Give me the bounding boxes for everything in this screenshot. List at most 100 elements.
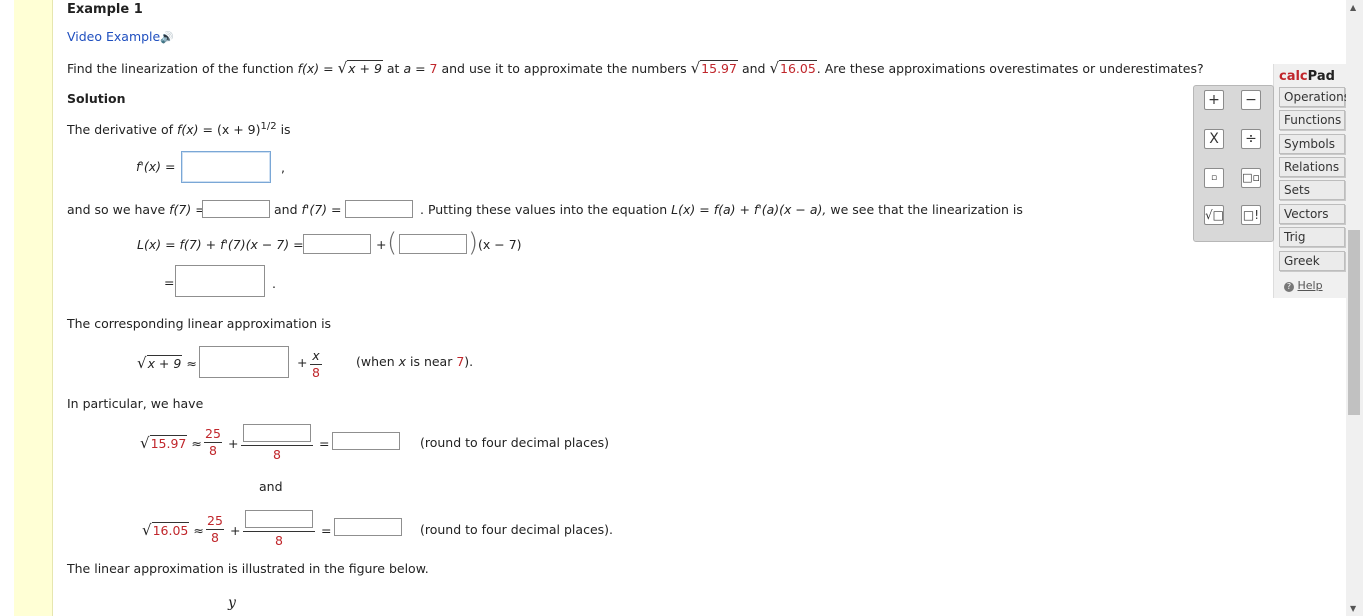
approx2-plus: + bbox=[230, 523, 241, 538]
lx-slope-input[interactable] bbox=[399, 234, 467, 254]
problem-text-3: = bbox=[411, 61, 430, 76]
problem-a-var: a bbox=[403, 61, 412, 76]
scrollbar-thumb[interactable] bbox=[1348, 230, 1360, 415]
approx1-lhs: √15.97 ≈ bbox=[140, 434, 202, 452]
tab-greek[interactable]: Greek bbox=[1279, 251, 1345, 271]
tab-operations[interactable]: Operations bbox=[1279, 87, 1350, 107]
approx1-numerator-input[interactable] bbox=[243, 424, 311, 442]
problem-n2: 16.05 bbox=[779, 60, 817, 76]
approx1-symbol: ≈ bbox=[191, 436, 202, 451]
derivative-text-2: = (x + 9) bbox=[198, 122, 261, 138]
sqrt-symbol: √ bbox=[137, 354, 147, 372]
eq-sign-2: = bbox=[164, 275, 175, 290]
sqrt-symbol: √ bbox=[140, 434, 150, 452]
problem-text-5: and bbox=[737, 61, 770, 76]
right-paren: ) bbox=[468, 228, 479, 258]
video-example-label: Video Example bbox=[67, 29, 161, 44]
tab-relations[interactable]: Relations bbox=[1279, 157, 1345, 177]
help-icon: ? bbox=[1284, 282, 1294, 292]
y-axis-label: y bbox=[228, 595, 236, 611]
scroll-down-arrow-icon[interactable]: ▼ bbox=[1350, 604, 1356, 613]
approx2-result-input[interactable] bbox=[334, 518, 402, 536]
approx2-den2: 8 bbox=[275, 533, 283, 548]
lx-lhs: L(x) = f(7) + f'(7)(x − 7) = bbox=[137, 237, 304, 252]
x-over-8-den: 8 bbox=[312, 365, 320, 380]
in-particular-text: In particular, we have bbox=[67, 396, 204, 411]
speaker-icon: 🔊 bbox=[160, 31, 174, 44]
approx1-den2: 8 bbox=[273, 447, 281, 462]
problem-eq: = bbox=[319, 61, 338, 76]
andso-f7: f(7) bbox=[169, 202, 192, 217]
period: . bbox=[272, 276, 276, 291]
f7-input[interactable] bbox=[202, 200, 270, 218]
approx1-plus: + bbox=[228, 436, 239, 451]
problem-radicand: x + 9 bbox=[347, 60, 383, 76]
approx1-result-input[interactable] bbox=[332, 432, 400, 450]
andso-text-1: and so we have f(7) = bbox=[67, 202, 206, 217]
divide-button[interactable]: ÷ bbox=[1241, 129, 1261, 149]
left-paren: ( bbox=[387, 228, 398, 258]
calcpad-title-calc: calc bbox=[1279, 69, 1308, 84]
sqrt-symbol: √ bbox=[769, 59, 779, 77]
corresponding-text: The corresponding linear approximation i… bbox=[67, 316, 332, 331]
power-button[interactable]: □▫ bbox=[1241, 168, 1261, 188]
tab-symbols[interactable]: Symbols bbox=[1279, 134, 1345, 154]
fprime7-input[interactable] bbox=[345, 200, 413, 218]
problem-statement: Find the linearization of the function f… bbox=[67, 59, 1204, 77]
fraction-bar bbox=[241, 445, 313, 446]
minus-button[interactable]: − bbox=[1241, 90, 1261, 110]
approx-symbol: ≈ bbox=[186, 356, 197, 371]
and-word: and bbox=[259, 479, 283, 494]
help-label: Help bbox=[1297, 279, 1323, 292]
derivative-text-1: The derivative of bbox=[67, 122, 177, 138]
linearization-input[interactable] bbox=[175, 265, 265, 297]
video-example-link[interactable]: Video Example🔊 bbox=[67, 29, 174, 44]
approx1-num: 25 bbox=[205, 426, 221, 441]
solution-heading: Solution bbox=[67, 91, 126, 106]
tab-trig[interactable]: Trig bbox=[1279, 227, 1345, 247]
andso-p1: and so we have bbox=[67, 202, 170, 217]
x-over-8-num: x bbox=[312, 348, 320, 363]
plus-button[interactable]: + bbox=[1204, 90, 1224, 110]
approx1-den: 8 bbox=[209, 443, 217, 458]
approx-constant-input[interactable] bbox=[199, 346, 289, 378]
scroll-up-arrow-icon[interactable]: ▲ bbox=[1350, 3, 1356, 12]
tab-functions[interactable]: Functions bbox=[1279, 110, 1345, 130]
factorial-button[interactable]: □! bbox=[1241, 205, 1261, 225]
approx2-eq: = bbox=[321, 523, 332, 538]
sqrt-symbol: √ bbox=[142, 521, 152, 539]
sqrt-button[interactable]: √□ bbox=[1204, 205, 1224, 225]
approx-radicand: x + 9 bbox=[146, 355, 183, 371]
derivative-exponent: 1/2 bbox=[260, 121, 277, 132]
approx-plus: + bbox=[297, 355, 308, 370]
approx1-note: (round to four decimal places) bbox=[420, 435, 610, 450]
times-button[interactable]: X bbox=[1204, 129, 1224, 149]
tab-vectors[interactable]: Vectors bbox=[1279, 204, 1345, 224]
derivative-fx: f(x) bbox=[176, 122, 199, 138]
andso-fp7: f'(7) bbox=[301, 202, 328, 217]
when-pre: (when bbox=[356, 354, 399, 369]
approx2-den: 8 bbox=[211, 530, 219, 545]
derivative-text-3: is bbox=[276, 122, 291, 138]
fraction-bar bbox=[243, 531, 315, 532]
help-link[interactable]: ? Help bbox=[1284, 279, 1323, 292]
andso-p2: and bbox=[274, 202, 302, 217]
andso-text-3: . Putting these values into the equation… bbox=[420, 202, 1023, 217]
comma: , bbox=[281, 160, 285, 175]
approx1-eq: = bbox=[319, 436, 330, 451]
lx-constant-input[interactable] bbox=[303, 234, 371, 254]
approx2-note: (round to four decimal places). bbox=[420, 522, 613, 537]
andso-p3: . Putting these values into the equation bbox=[420, 202, 672, 217]
problem-n1: 15.97 bbox=[700, 60, 738, 76]
fprime-input[interactable] bbox=[181, 151, 271, 183]
tab-sets[interactable]: Sets bbox=[1279, 180, 1345, 200]
side-band bbox=[14, 0, 53, 616]
approx2-numerator-input[interactable] bbox=[245, 510, 313, 528]
when-x: x bbox=[398, 354, 407, 369]
lx-plus: + bbox=[376, 237, 387, 252]
fraction-button[interactable]: ▫ bbox=[1204, 168, 1224, 188]
sqrt-symbol: √ bbox=[690, 59, 701, 77]
lx-tail: (x − 7) bbox=[478, 237, 522, 252]
calcpad-title: calcPad bbox=[1279, 69, 1335, 84]
example-title: Example 1 bbox=[67, 2, 143, 17]
